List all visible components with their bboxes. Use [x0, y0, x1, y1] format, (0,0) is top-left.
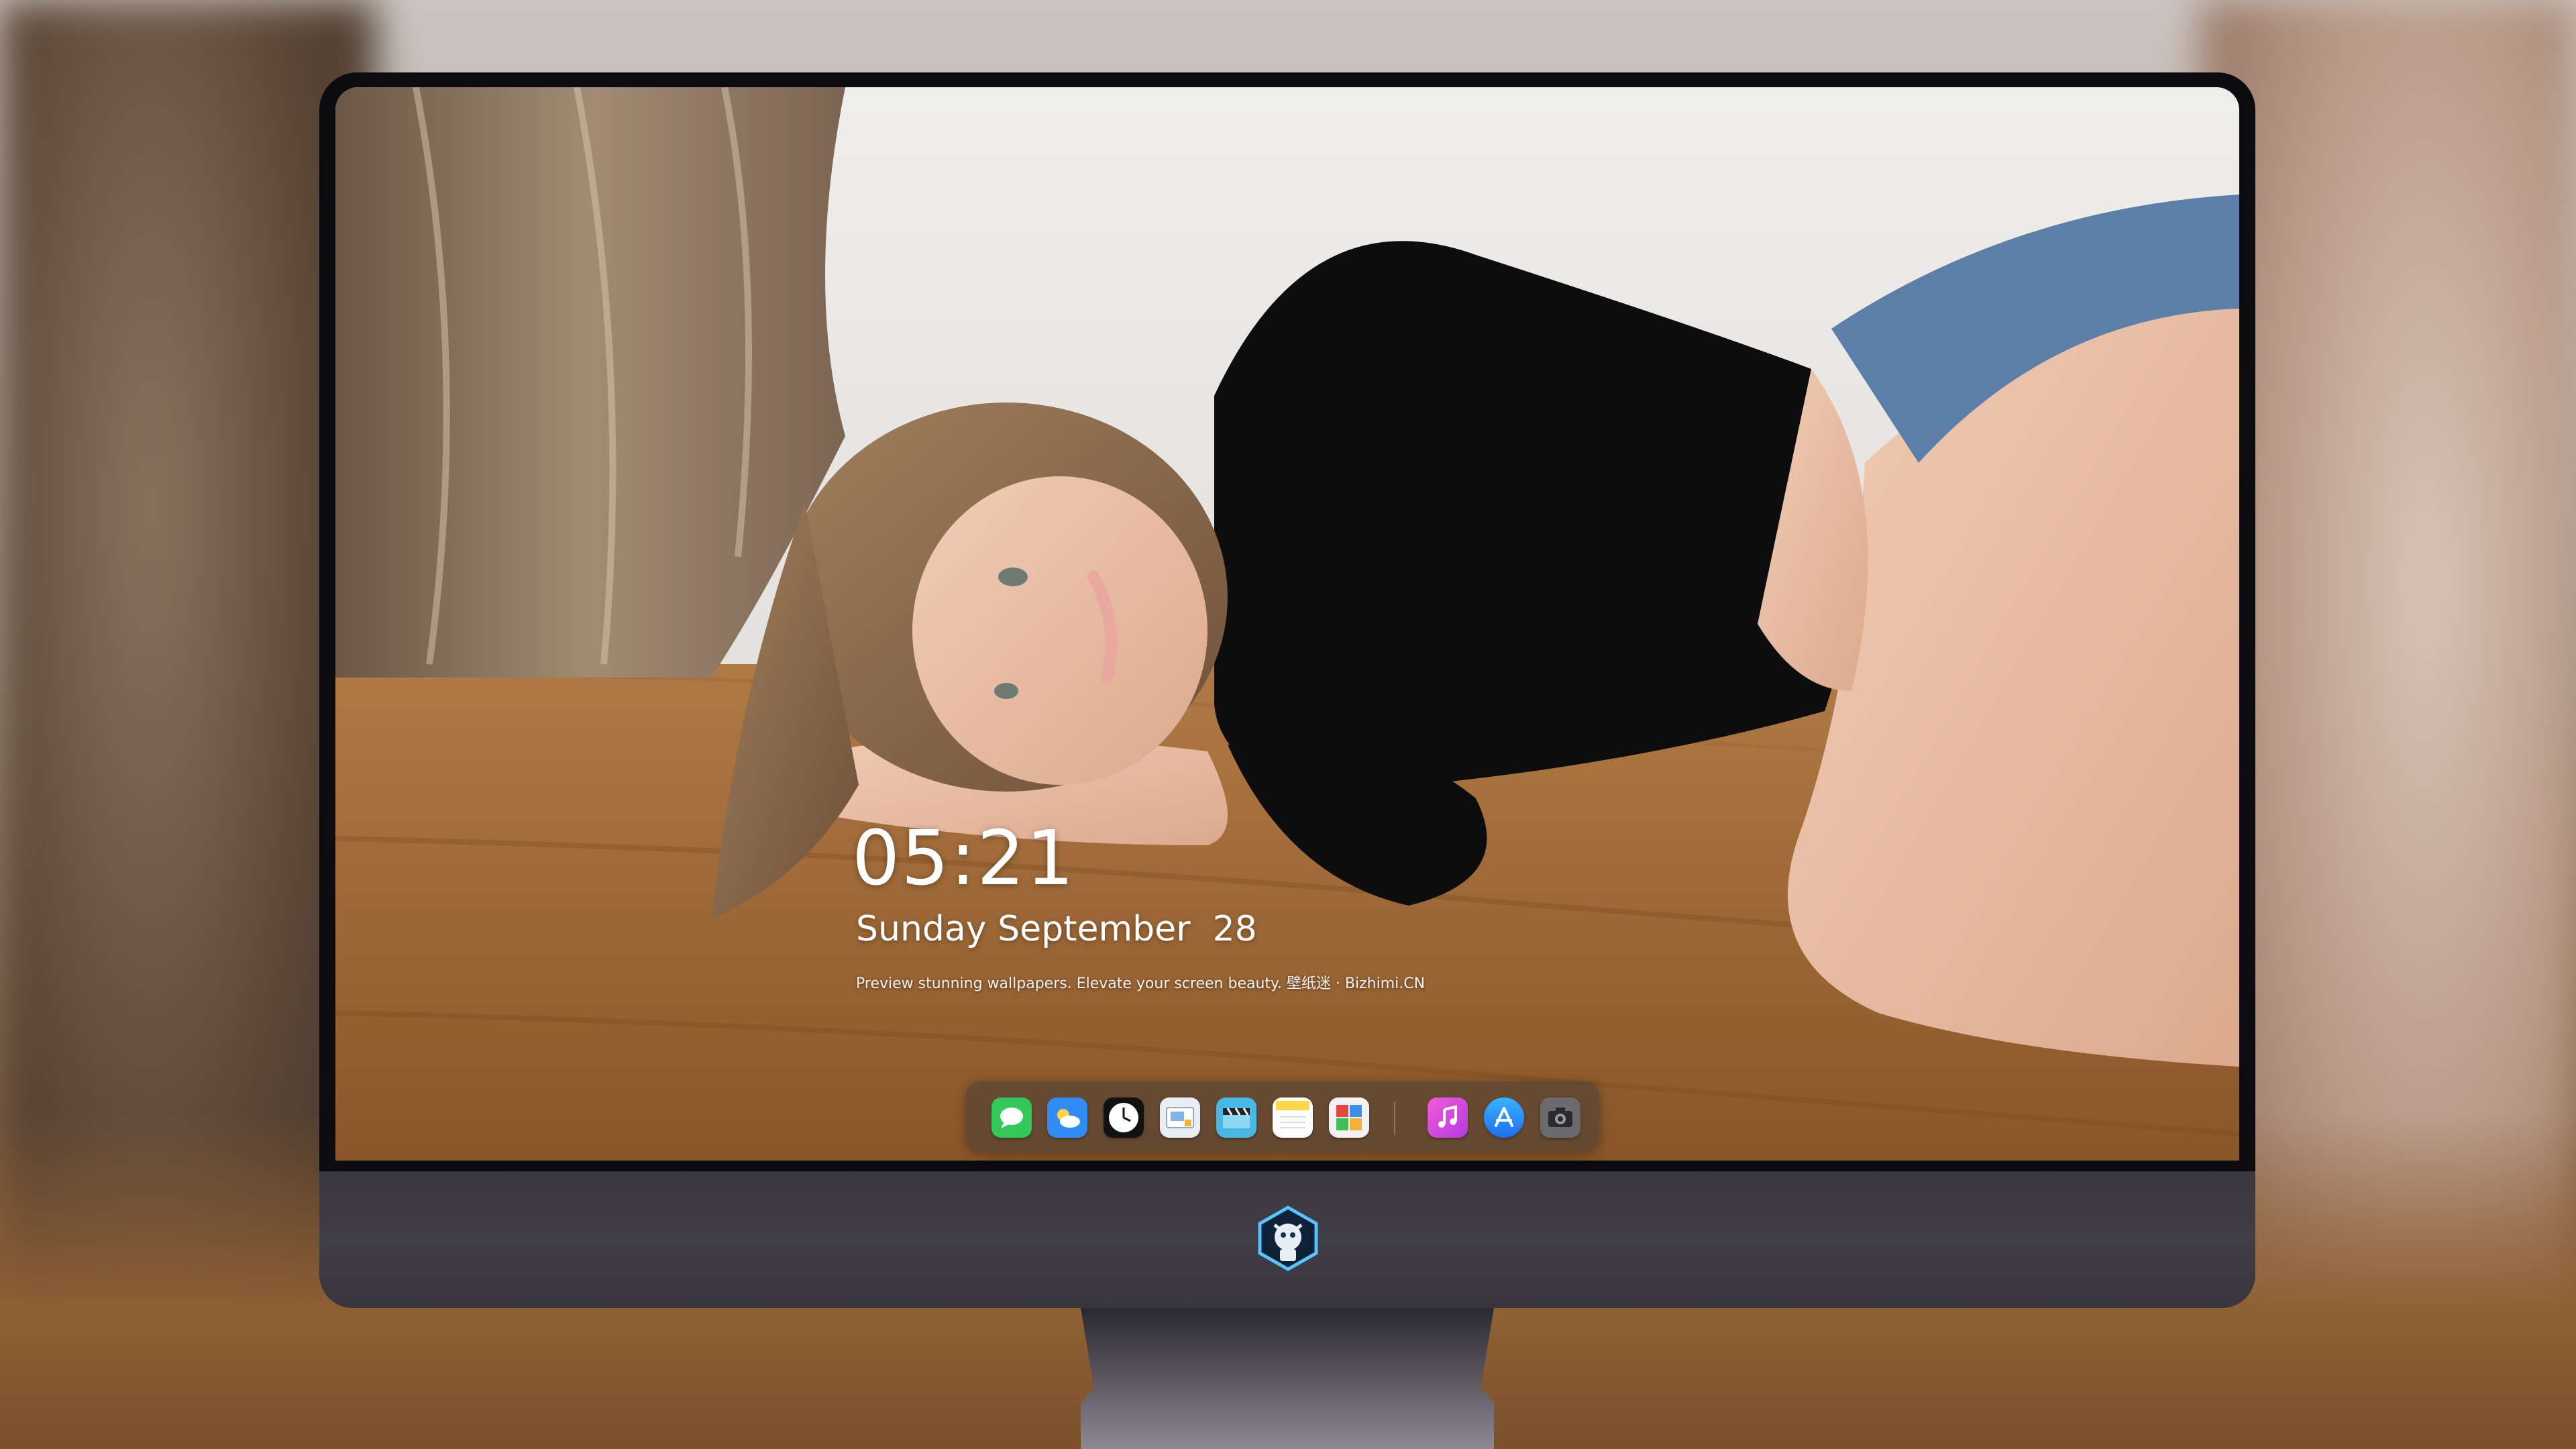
- weather-icon[interactable]: [1047, 1097, 1087, 1138]
- lock-screen-tagline: Preview stunning wallpapers. Elevate you…: [856, 975, 1426, 992]
- dock: [966, 1081, 1599, 1151]
- lock-screen-clock: 05:21: [852, 815, 1075, 902]
- camera-icon[interactable]: [1540, 1097, 1580, 1138]
- monitor-stand: [1081, 1308, 1494, 1449]
- wallpaper-image: [335, 87, 2239, 1161]
- dock-separator: [1394, 1102, 1395, 1135]
- clock-icon[interactable]: [1104, 1097, 1144, 1138]
- claquette-icon[interactable]: [1216, 1097, 1256, 1138]
- monitor-logo-icon: [1258, 1205, 1318, 1271]
- music-icon[interactable]: [1428, 1097, 1468, 1138]
- messages-icon[interactable]: [991, 1097, 1032, 1138]
- lock-screen-date: Sunday September 28: [856, 909, 1257, 949]
- notes-icon[interactable]: [1273, 1097, 1313, 1138]
- app-store-icon[interactable]: [1484, 1097, 1524, 1138]
- lock-screen: 05:21 Sunday September 28 Preview stunni…: [335, 87, 2239, 1161]
- preview-icon[interactable]: [1160, 1097, 1200, 1138]
- photo-booth-icon[interactable]: [1329, 1097, 1369, 1138]
